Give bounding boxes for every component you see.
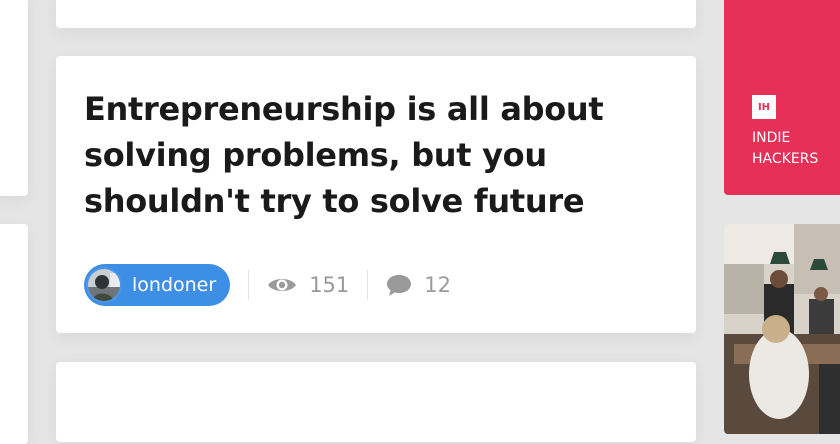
indie-hackers-line2: HACKERS	[752, 151, 819, 167]
meta-divider	[367, 270, 369, 300]
indie-hackers-line1: INDIE	[752, 130, 791, 146]
author-name: londoner	[132, 274, 217, 296]
left-story-card-top[interactable]	[0, 0, 28, 196]
comments-stat[interactable]: 12	[386, 273, 451, 297]
indie-hackers-logo: IH	[752, 95, 776, 119]
views-count: 151	[309, 273, 350, 297]
post-title[interactable]: Entrepreneurship is all about solving pr…	[84, 86, 644, 224]
comment-bubble-icon	[386, 273, 412, 297]
indie-hackers-label: INDIE HACKERS	[752, 128, 818, 170]
coworking-photo[interactable]	[724, 224, 840, 434]
eye-icon	[267, 275, 297, 295]
left-story-card-bottom[interactable]	[0, 224, 28, 444]
story-card-next[interactable]	[56, 362, 696, 442]
comments-count: 12	[424, 273, 452, 297]
views-stat: 151	[267, 273, 349, 297]
avatar	[86, 267, 122, 303]
post-meta: londoner 151 12	[84, 264, 451, 306]
meta-divider	[248, 270, 250, 300]
author-link[interactable]: londoner	[84, 264, 231, 306]
story-card-previous[interactable]	[56, 0, 696, 28]
